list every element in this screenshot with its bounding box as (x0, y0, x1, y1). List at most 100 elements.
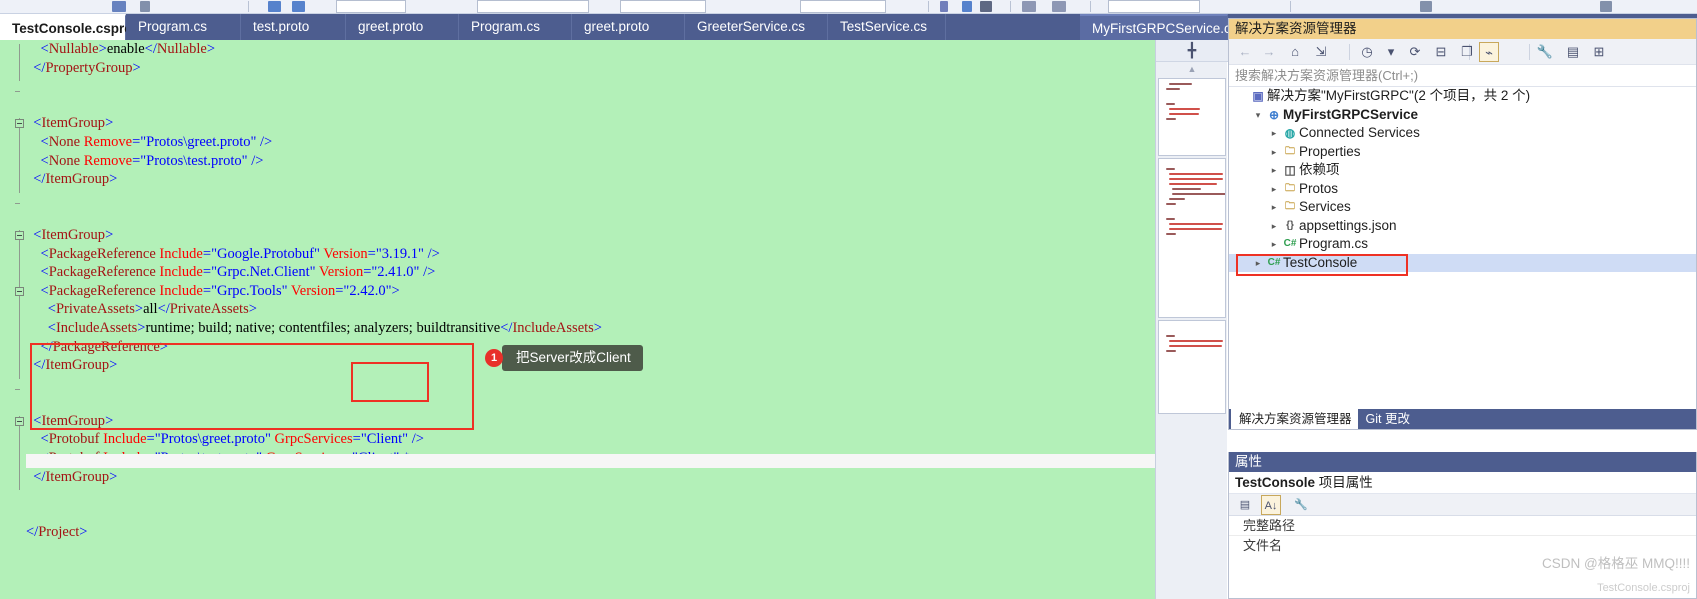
tree-node--myfirstgrpc-2-2-[interactable]: ▣ 解决方案"MyFirstGRPC"(2 个项目，共 2 个) (1229, 87, 1696, 106)
toolbar-button-k[interactable] (1600, 1, 1612, 12)
expander-collapsed-icon[interactable]: ▸ (1267, 198, 1281, 217)
toolbar-combo-c[interactable] (620, 0, 706, 13)
scroll-up-arrow[interactable]: ▲ (1156, 62, 1228, 76)
pending-changes-icon[interactable]: ◷ (1357, 42, 1377, 62)
expander-collapsed-icon[interactable]: ▸ (1267, 217, 1281, 236)
outlining-collapse-toggle[interactable] (15, 417, 24, 426)
panel-tab-git-changes[interactable]: Git 更改 (1357, 409, 1418, 429)
document-tab-testconsole-csproj[interactable]: TestConsole.csproj↵✕ (0, 14, 172, 40)
tree-node-connected-services[interactable]: ▸ ◍ Connected Services (1229, 124, 1696, 143)
minimap-line (1166, 88, 1180, 90)
tree-node-label: Connected Services (1299, 125, 1420, 141)
properties-icon[interactable]: ⌁ (1479, 42, 1499, 62)
toolbar-button-h[interactable] (1022, 1, 1036, 12)
visual-studio-window: TestConsole.csproj↵✕Program.cstest.proto… (0, 0, 1697, 599)
tree-node-protos[interactable]: ▸ 🗀 Protos (1229, 180, 1696, 199)
toolbar-button-e[interactable] (940, 1, 948, 12)
document-tab-testservice-cs[interactable]: TestService.cs (828, 14, 946, 40)
expander-collapsed-icon[interactable]: ▸ (1251, 254, 1265, 273)
toolbar-button-a[interactable] (112, 1, 126, 12)
categorized-icon[interactable]: ▤ (1235, 495, 1255, 515)
panel-tab-solution-explorer[interactable]: 解决方案资源管理器 (1231, 409, 1360, 429)
toolbar-button-d[interactable] (292, 1, 305, 12)
code-token: = (202, 245, 212, 262)
toolbar-button-c[interactable] (268, 1, 281, 12)
toolbar-combo-e[interactable] (1108, 0, 1200, 13)
toolbar-combo-b[interactable] (477, 0, 589, 13)
expander-collapsed-icon[interactable]: ▸ (1267, 180, 1281, 199)
code-token: ItemGroup (45, 468, 110, 485)
document-tab-program-cs[interactable]: Program.cs (126, 14, 241, 40)
tree-node-testconsole[interactable]: ▸ C# TestConsole (1229, 253, 1696, 273)
editor-horizontal-scrollbar[interactable] (26, 454, 1155, 468)
code-editor[interactable]: <Nullable>enable</Nullable> </PropertyGr… (0, 40, 1155, 599)
code-token: IncludeAssets (512, 319, 594, 336)
document-tab-greet-proto[interactable]: greet.proto (346, 14, 459, 40)
code-token: enable (106, 41, 145, 57)
tree-node-services[interactable]: ▸ 🗀 Services (1229, 198, 1696, 217)
expander-collapsed-icon[interactable]: ▸ (1267, 161, 1281, 180)
document-tab-myfirstgrpcservice-csproj[interactable]: MyFirstGRPCService.csproj↵✕▾⚙ (1080, 14, 1329, 40)
refresh-icon[interactable]: ⟳ (1405, 42, 1425, 62)
tree-node-appsettings-json[interactable]: ▸ {} appsettings.json (1229, 217, 1696, 236)
code-token: </ (33, 468, 46, 485)
outlining-end-tick (15, 202, 20, 204)
minimap-page-1[interactable] (1158, 78, 1226, 156)
outlining-collapse-toggle[interactable] (15, 286, 24, 296)
tree-node-program-cs[interactable]: ▸ C# Program.cs (1229, 235, 1696, 254)
minimap-page-2[interactable] (1158, 158, 1226, 318)
expander-collapsed-icon[interactable]: ▸ (1267, 235, 1281, 254)
toolbar-button-g[interactable] (980, 1, 992, 12)
home-icon[interactable]: ⌂ (1285, 42, 1305, 62)
split-view-button[interactable]: ╋ (1156, 40, 1228, 62)
toolbar-button-i[interactable] (1052, 1, 1066, 12)
tree-node--[interactable]: ▸ ◫ 依赖项 (1229, 161, 1696, 180)
wrench-icon[interactable]: 🔧 (1535, 42, 1555, 62)
code-token: > (98, 41, 107, 57)
expander-expanded-icon[interactable]: ▾ (1251, 106, 1265, 125)
solution-explorer-search-input[interactable]: 搜索解决方案资源管理器(Ctrl+;) (1229, 65, 1696, 87)
tree-node-myfirstgrpcservice[interactable]: ▾ ⊕ MyFirstGRPCService (1229, 106, 1696, 125)
toolbar-combo-d[interactable] (800, 0, 886, 13)
back-icon[interactable]: ← (1235, 42, 1255, 62)
code-line: </ItemGroup> (26, 468, 1155, 487)
document-tab-greeterservice-cs[interactable]: GreeterService.cs (685, 14, 828, 40)
editor-outlining-margin[interactable] (0, 40, 26, 599)
preview-icon[interactable]: ▤ (1563, 42, 1583, 62)
dropdown-icon[interactable]: ▾ (1381, 42, 1401, 62)
document-tab-label: test.proto (253, 19, 310, 34)
forward-icon[interactable]: → (1259, 42, 1279, 62)
toolbar-combo-a[interactable] (336, 0, 406, 13)
toolbar-button-f[interactable] (962, 1, 972, 12)
sync-with-editor-icon[interactable]: ⇲ (1311, 42, 1331, 62)
document-tab-program-cs[interactable]: Program.cs (459, 14, 572, 40)
property-pages-icon[interactable]: 🔧 (1291, 495, 1311, 515)
toolbar-button-b[interactable] (140, 1, 150, 12)
editor-minimap-column[interactable]: ╋ ▲ (1155, 40, 1228, 599)
code-token: /> (260, 133, 273, 150)
solution-explorer-tree[interactable]: ▣ 解决方案"MyFirstGRPC"(2 个项目，共 2 个) ▾ ⊕ MyFirst… (1229, 87, 1696, 411)
property-row[interactable]: 完整路径 (1229, 516, 1696, 535)
outlining-collapse-toggle[interactable] (15, 119, 24, 129)
collapse-all-icon[interactable]: ⊟ (1431, 42, 1451, 62)
folder-icon: 🗀 (1285, 201, 1295, 213)
document-tab-greet-proto[interactable]: greet.proto (572, 14, 685, 40)
code-line: <PackageReference Include="Google.Protob… (26, 245, 1155, 264)
minimap-page-3[interactable] (1158, 320, 1226, 414)
tree-node-properties[interactable]: ▸ 🗀 Properties (1229, 143, 1696, 162)
outlining-collapse-toggle[interactable] (15, 231, 24, 240)
code-token: < (47, 319, 56, 336)
expander-collapsed-icon[interactable]: ▸ (1267, 124, 1281, 143)
alphabetical-icon[interactable]: A↓ (1261, 495, 1281, 515)
document-tab-test-proto[interactable]: test.proto (241, 14, 346, 40)
code-token: all (143, 301, 158, 318)
toolbar-button-j[interactable] (1420, 1, 1432, 12)
show-all-files-icon[interactable]: ❐ (1457, 42, 1477, 62)
document-tab-label: greet.proto (358, 19, 424, 34)
minimap-line (1166, 118, 1177, 120)
class-view-icon[interactable]: ⊞ (1589, 42, 1609, 62)
expander-collapsed-icon[interactable]: ▸ (1267, 143, 1281, 162)
tree-node-label: Properties (1299, 143, 1361, 159)
